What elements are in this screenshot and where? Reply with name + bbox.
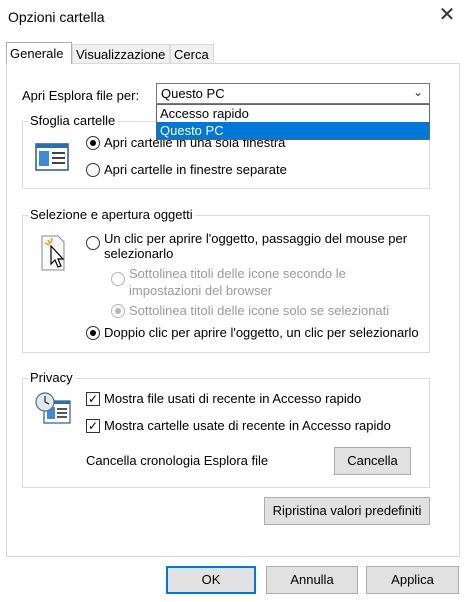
tab-cerca[interactable]: Cerca bbox=[170, 44, 214, 64]
click-cursor-icon bbox=[36, 234, 70, 271]
recent-folders-label: Mostra cartelle usate di recente in Acce… bbox=[104, 418, 391, 433]
radio-underline-always[interactable] bbox=[111, 272, 125, 286]
radio-separate-windows[interactable] bbox=[86, 163, 100, 177]
privacy-clock-icon bbox=[34, 391, 71, 425]
tab-generale[interactable]: Generale bbox=[6, 42, 72, 64]
radio-underline-hover[interactable] bbox=[111, 304, 125, 318]
radio-single-click[interactable] bbox=[86, 236, 100, 250]
underline-always-label-line1: Sottolinea titoli delle icone secondo le bbox=[129, 266, 346, 281]
close-icon[interactable]: ✕ bbox=[437, 5, 457, 26]
restore-defaults-button[interactable]: Ripristina valori predefiniti bbox=[264, 497, 430, 525]
browse-folders-legend: Sfoglia cartelle bbox=[28, 113, 118, 128]
chevron-down-icon: ⌄ bbox=[412, 85, 423, 99]
double-click-label: Doppio clic per aprire l'oggetto, un cli… bbox=[104, 325, 419, 340]
single-click-label-line2: selezionarlo bbox=[104, 246, 174, 261]
browse-folders-icon bbox=[35, 140, 69, 174]
separate-windows-label: Apri cartelle in finestre separate bbox=[104, 162, 287, 177]
underline-hover-label: Sottolinea titoli delle icone solo se se… bbox=[129, 303, 390, 318]
ok-button[interactable]: OK bbox=[166, 566, 256, 594]
privacy-legend: Privacy bbox=[28, 370, 75, 385]
open-explorer-select[interactable]: Questo PC ⌄ bbox=[156, 83, 430, 104]
radio-same-window[interactable] bbox=[86, 136, 100, 150]
open-explorer-label: Apri Esplora file per: bbox=[22, 88, 140, 103]
apply-button[interactable]: Applica bbox=[366, 566, 459, 594]
dropdown-option-accesso-rapido[interactable]: Accesso rapido bbox=[157, 105, 429, 122]
radio-double-click[interactable] bbox=[86, 326, 100, 340]
open-explorer-selected-value: Questo PC bbox=[161, 86, 225, 101]
window-title: Opzioni cartella bbox=[8, 9, 105, 25]
single-click-label-line1: Un clic per aprire l'oggetto, passaggio … bbox=[104, 231, 408, 246]
checkbox-recent-folders[interactable]: ✓ bbox=[86, 419, 100, 433]
click-items-legend: Selezione e apertura oggetti bbox=[28, 207, 195, 222]
open-explorer-dropdown: Accesso rapido Questo PC bbox=[156, 104, 430, 140]
underline-always-label-line2: impostazioni del browser bbox=[129, 283, 273, 298]
clear-history-label: Cancella cronologia Esplora file bbox=[86, 453, 269, 468]
clear-history-button[interactable]: Cancella bbox=[334, 447, 411, 475]
checkbox-recent-files[interactable]: ✓ bbox=[86, 392, 100, 406]
recent-files-label: Mostra file usati di recente in Accesso … bbox=[104, 391, 362, 406]
tab-visualizzazione[interactable]: Visualizzazione bbox=[72, 44, 170, 64]
cancel-button[interactable]: Annulla bbox=[266, 566, 358, 594]
dropdown-option-questo-pc[interactable]: Questo PC bbox=[157, 122, 429, 139]
